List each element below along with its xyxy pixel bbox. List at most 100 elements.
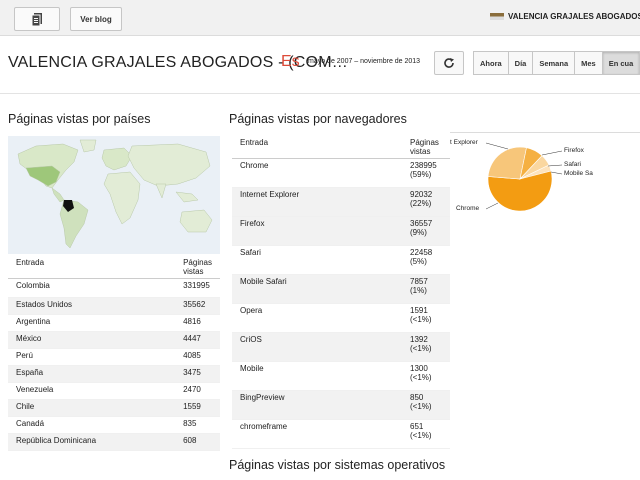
browser-views-pct: (22%)	[410, 199, 432, 208]
posts-list-button[interactable]	[14, 7, 60, 31]
table-row: México 4447	[8, 331, 220, 349]
table-row: Mobile 1300 (<1%)	[232, 361, 450, 391]
browser-views-pct: (<1%)	[410, 431, 432, 440]
browser-name: Mobile	[232, 361, 402, 391]
country-name: Estados Unidos	[8, 297, 176, 315]
view-blog-button[interactable]: Ver blog	[70, 7, 122, 31]
browser-views: 1300 (<1%)	[402, 361, 450, 391]
browser-views-count: 850	[410, 393, 424, 402]
browser-views: 850 (<1%)	[402, 390, 450, 420]
browser-views-count: 1392	[410, 335, 428, 344]
table-row: chromeframe 651 (<1%)	[232, 419, 450, 449]
posts-list-icon	[31, 13, 42, 26]
stats-header: VALENCIA GRAJALES ABOGADOS - (COM… Es ma…	[0, 36, 640, 94]
country-views: 4816	[175, 314, 220, 332]
browser-views-pct: (59%)	[410, 170, 432, 179]
browser-views-count: 22458	[410, 248, 433, 257]
browser-views-pct: (<1%)	[410, 402, 432, 411]
blog-selector[interactable]: VALENCIA GRAJALES ABOGADOS (LI	[490, 12, 640, 21]
period-now-button[interactable]: Ahora	[473, 51, 509, 75]
table-header-row: Entrada Páginas vistas	[8, 256, 220, 279]
browser-views-pct: (1%)	[410, 286, 427, 295]
browser-views-pct: (<1%)	[410, 373, 432, 382]
country-name: República Dominicana	[8, 433, 176, 451]
country-name: Venezuela	[8, 382, 176, 400]
top-bar: Ver blog VALENCIA GRAJALES ABOGADOS (LI	[0, 0, 640, 36]
pie-leader-chrome	[485, 202, 499, 210]
browser-views: 36557 (9%)	[402, 216, 450, 246]
table-row: Colombia 331995	[8, 278, 220, 298]
pie-leader-firefox	[541, 150, 563, 156]
column-header-entry: Entrada	[232, 136, 402, 159]
table-row: Opera 1591 (<1%)	[232, 303, 450, 333]
table-row: Firefox 36557 (9%)	[232, 216, 450, 246]
browser-pie-chart: t Explorer Firefox Safari Mobile Sa Chro…	[450, 132, 640, 232]
page-title-suffix: Es	[281, 53, 300, 70]
period-month-button[interactable]: Mes	[574, 51, 603, 75]
browsers-table: Entrada Páginas vistas Chrome 238995 (59%)…	[232, 136, 450, 449]
country-views: 608	[175, 433, 220, 451]
browser-views-count: 1591	[410, 306, 428, 315]
column-header-views: Páginas vistas	[175, 256, 220, 279]
column-header-entry: Entrada	[8, 256, 176, 279]
country-name: México	[8, 331, 176, 349]
country-views: 4085	[175, 348, 220, 366]
pie-leader-safari	[547, 164, 563, 167]
blog-name: VALENCIA GRAJALES ABOGADOS (LI	[508, 12, 640, 21]
pie-label-firefox: Firefox	[564, 147, 584, 154]
table-row: Perú 4085	[8, 348, 220, 366]
browser-name: CriOS	[232, 332, 402, 362]
table-row: Argentina 4816	[8, 314, 220, 332]
browser-name: chromeframe	[232, 419, 402, 449]
table-row: Chile 1559	[8, 399, 220, 417]
countries-table: Entrada Páginas vistas Colombia 331995 Es…	[8, 256, 220, 451]
browser-views: 651 (<1%)	[402, 419, 450, 449]
browser-views: 7857 (1%)	[402, 274, 450, 304]
browser-name: BingPreview	[232, 390, 402, 420]
country-name: Canadá	[8, 416, 176, 434]
country-views: 835	[175, 416, 220, 434]
browser-name: Opera	[232, 303, 402, 333]
table-row: Canadá 835	[8, 416, 220, 434]
table-row: Estados Unidos 35562	[8, 297, 220, 315]
table-row: BingPreview 850 (<1%)	[232, 390, 450, 420]
period-day-button[interactable]: Día	[507, 51, 534, 75]
world-map	[8, 136, 220, 254]
table-row: Mobile Safari 7857 (1%)	[232, 274, 450, 304]
browser-views: 238995 (59%)	[402, 158, 450, 188]
pie-label-safari: Safari	[564, 161, 581, 168]
browser-views-pct: (<1%)	[410, 344, 432, 353]
browser-views-count: 651	[410, 422, 424, 431]
column-header-views: Páginas vistas	[402, 136, 450, 159]
country-views: 2470	[175, 382, 220, 400]
browser-views-pct: (5%)	[410, 257, 427, 266]
browser-views-pct: (9%)	[410, 228, 427, 237]
period-alltime-button[interactable]: En cua	[601, 51, 640, 75]
refresh-icon	[444, 58, 454, 68]
pie-leader-mobile-safari	[550, 171, 563, 175]
country-views: 35562	[175, 297, 220, 315]
country-name: Perú	[8, 348, 176, 366]
country-views: 3475	[175, 365, 220, 383]
date-range-label: mayo de 2007 – noviembre de 2013	[308, 58, 421, 65]
browser-pie-graphic	[485, 142, 563, 212]
browser-views-count: 1300	[410, 364, 428, 373]
table-row: España 3475	[8, 365, 220, 383]
browser-views: 22458 (5%)	[402, 245, 450, 275]
table-row: CriOS 1392 (<1%)	[232, 332, 450, 362]
browser-views-count: 92032	[410, 190, 433, 199]
period-week-button[interactable]: Semana	[532, 51, 576, 75]
browser-name: Mobile Safari	[232, 274, 402, 304]
country-name: Argentina	[8, 314, 176, 332]
os-section-title: Páginas vistas por sistemas operativos	[229, 458, 446, 472]
browsers-section-title: Páginas vistas por navegadores	[229, 112, 407, 126]
browser-views: 1591 (<1%)	[402, 303, 450, 333]
pie-label-mobile-safari: Mobile Sa	[564, 170, 593, 177]
country-name: Colombia	[8, 278, 176, 298]
browser-views: 92032 (22%)	[402, 187, 450, 217]
refresh-button[interactable]	[434, 51, 464, 75]
table-row: Safari 22458 (5%)	[232, 245, 450, 275]
table-row: Internet Explorer 92032 (22%)	[232, 187, 450, 217]
table-row: Chrome 238995 (59%)	[232, 158, 450, 188]
countries-section-title: Páginas vistas por países	[8, 112, 151, 126]
